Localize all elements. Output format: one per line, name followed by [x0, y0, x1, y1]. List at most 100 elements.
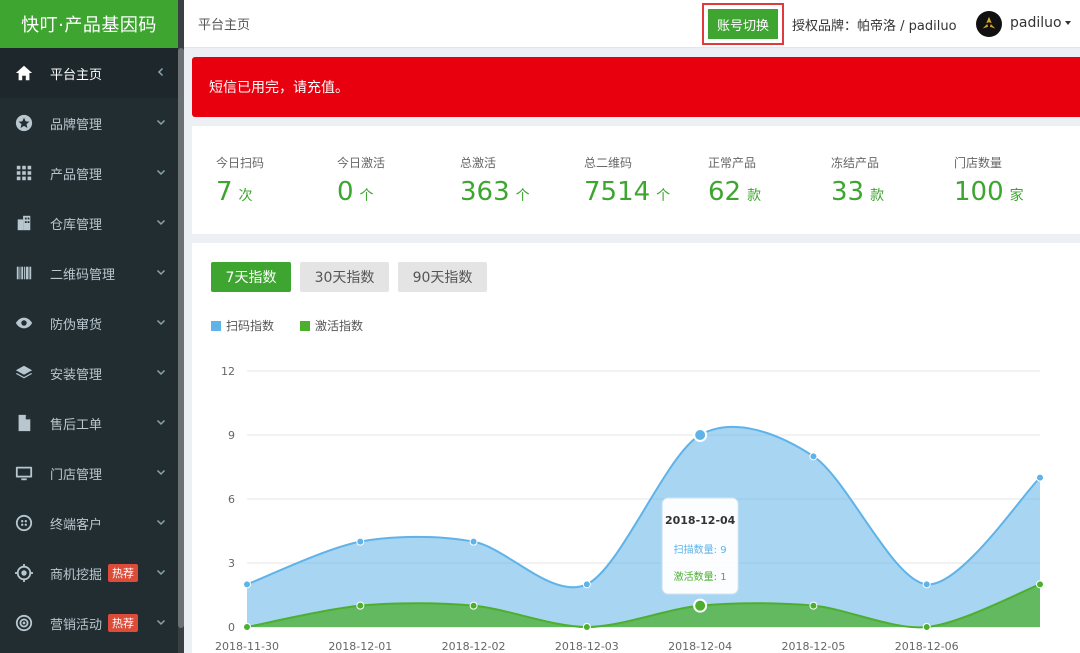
chevron-down-icon[interactable] [156, 166, 166, 180]
stat-value-row: 7514 个 [584, 177, 670, 207]
chevron-down-icon[interactable] [156, 116, 166, 130]
stat-item: 冻结产品 33 款 [831, 154, 884, 207]
tooltip-scan-line: 扫描数量: 9 [674, 543, 727, 556]
sidebar-item-7[interactable]: 售后工单 [0, 398, 178, 448]
chevron-down-icon[interactable] [156, 266, 166, 280]
scan-series-area [247, 426, 1040, 627]
user-avatar[interactable] [976, 11, 1002, 37]
stat-value: 363 [460, 177, 510, 207]
sidebar-item-2[interactable]: 产品管理 [0, 148, 178, 198]
stat-value-row: 62 款 [708, 177, 761, 207]
tooltip-date: 2018-12-04 [665, 514, 736, 527]
scan-series-point [243, 580, 251, 589]
stat-value-row: 363 个 [460, 177, 530, 207]
sidebar-item-6[interactable]: 安装管理 [0, 348, 178, 398]
stat-value: 7514 [584, 177, 651, 207]
chevron-down-icon[interactable] [156, 516, 166, 530]
x-tick-label: 2018-12-01 [328, 640, 392, 653]
stat-unit: 家 [1009, 188, 1024, 204]
sidebar-item-9[interactable]: 终端客户 [0, 498, 178, 548]
x-tick-label: 2018-12-04 [668, 640, 732, 653]
stat-unit: 个 [359, 188, 374, 204]
user-name[interactable]: padiluo [1010, 15, 1062, 31]
stat-unit: 款 [747, 188, 762, 204]
sidebar-item-11[interactable]: 营销活动 热荐 [0, 598, 178, 648]
sidebar-item-4[interactable]: 二维码管理 [0, 248, 178, 298]
stat-item: 门店数量 100 家 [954, 154, 1024, 207]
chevron-down-icon[interactable] [156, 316, 166, 330]
stat-label: 正常产品 [708, 156, 757, 170]
sidebar-item-label: 品牌管理 [50, 117, 103, 133]
sidebar-item-label: 平台主页 [50, 67, 103, 83]
activate-series-point [922, 623, 931, 631]
authorized-brand-text: 授权品牌：帕帝洛 / padiluo [792, 19, 957, 34]
stat-unit: 款 [870, 188, 885, 204]
y-tick-label: 0 [228, 621, 235, 634]
chevron-down-icon[interactable] [156, 416, 166, 430]
x-tick-label: 2018-12-05 [781, 640, 845, 653]
star-icon [14, 113, 34, 133]
scan-series-point [693, 428, 708, 442]
stat-value: 62 [708, 177, 742, 207]
user-menu[interactable]: padiluo [1010, 15, 1071, 31]
sidebar-item-label: 仓库管理 [50, 217, 103, 233]
x-tick-label: 2018-12-03 [555, 640, 619, 653]
sidebar-nav: 平台主页品牌管理产品管理仓库管理二维码管理防伪窜货安装管理售后工单 门店管理 终端客… [0, 48, 178, 648]
stats-panel: 今日扫码 7 次今日激活 0 个总激活 363 个总二维码 7514 个正常产品 62 款冻结产品 3… [192, 126, 1080, 234]
sidebar-item-10[interactable]: 商机挖掘 热荐 [0, 548, 178, 598]
chevron-down-icon[interactable] [156, 466, 166, 480]
switch-highlight-frame: 账号切换 [702, 3, 784, 45]
hot-badge: 热荐 [108, 614, 139, 632]
y-tick-label: 12 [221, 365, 235, 378]
sidebar-item-0[interactable]: 平台主页 [0, 48, 178, 98]
sidebar-item-5[interactable]: 防伪窜货 [0, 298, 178, 348]
y-tick-label: 6 [228, 493, 235, 506]
stat-value-row: 33 款 [831, 177, 884, 207]
x-tick-label: 2018-12-06 [895, 640, 959, 653]
brand-logo-icon [982, 16, 996, 29]
sidebar-item-label: 产品管理 [50, 167, 103, 183]
stat-label: 总激活 [460, 156, 497, 170]
sidebar-item-label: 安装管理 [50, 367, 103, 383]
stat-value-row: 100 家 [954, 177, 1024, 207]
top-header: 平台主页 账号切换 授权品牌：帕帝洛 / padiluo padiluo [184, 0, 1080, 48]
chevron-left-icon[interactable] [156, 66, 166, 80]
stat-value-row: 0个 [337, 177, 385, 207]
stat-value: 7 [216, 177, 233, 207]
sidebar-item-3[interactable]: 仓库管理 [0, 198, 178, 248]
breadcrumb[interactable]: 平台主页 [198, 14, 250, 33]
chart-panel: 7天指数 30天指数 90天指数 扫码指数 激活指数 0 3 6 9 12 2018-11… [192, 243, 1080, 653]
sidebar-scrollbar-thumb[interactable] [178, 48, 184, 628]
layers-icon [14, 363, 34, 383]
crosshair-icon [14, 563, 34, 583]
sidebar-item-label: 二维码管理 [50, 267, 116, 283]
chevron-down-icon[interactable] [156, 216, 166, 230]
x-tick-label: 2018-11-30 [215, 640, 279, 653]
stat-label: 门店数量 [954, 156, 1003, 170]
activate-series-point [243, 623, 251, 631]
stat-unit: 次 [238, 188, 253, 204]
sidebar-item-8[interactable]: 门店管理 [0, 448, 178, 498]
sidebar-item-1[interactable]: 品牌管理 [0, 98, 178, 148]
chevron-down-icon[interactable] [156, 616, 166, 630]
activate-series-point [809, 601, 818, 610]
chevron-down-icon[interactable] [156, 566, 166, 580]
stat-unit: 个 [515, 188, 530, 204]
stat-value: 0 [337, 177, 354, 207]
trend-chart[interactable]: 0 3 6 9 12 2018-11-30 2018-12-01 2018-12-02 2018… [192, 243, 1080, 653]
app-logo: 快叮·产品基因码 [0, 0, 178, 48]
activate-series-point [693, 598, 708, 613]
chevron-down-icon[interactable] [156, 366, 166, 380]
stat-item: 今日激活 0 个 [337, 154, 385, 207]
scan-series-point [1036, 473, 1044, 482]
activate-series-point [1036, 580, 1044, 589]
account-switch-button[interactable]: 账号切换 [708, 9, 778, 39]
globe-icon [14, 513, 34, 533]
monitor-icon [14, 463, 34, 483]
grid-icon [14, 163, 34, 183]
tooltip-activate-line: 激活数量: 1 [674, 570, 727, 583]
stat-label: 冻结产品 [831, 156, 880, 170]
stat-label: 今日扫码 [216, 156, 265, 170]
scan-series-point [469, 537, 478, 546]
caret-down-icon[interactable] [1064, 21, 1071, 25]
